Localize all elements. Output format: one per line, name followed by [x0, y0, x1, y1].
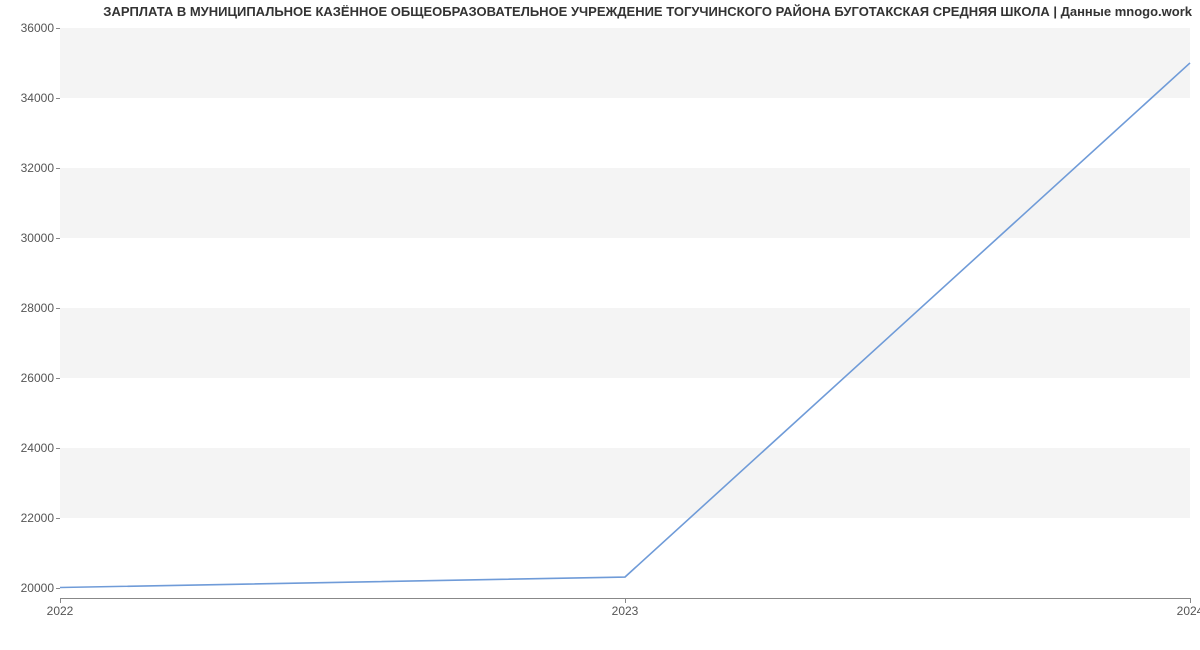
x-tick-mark [60, 598, 61, 603]
y-tick-label: 30000 [4, 231, 54, 245]
y-tick-mark [56, 588, 60, 589]
y-tick-label: 24000 [4, 441, 54, 455]
x-tick-label: 2023 [612, 604, 639, 618]
y-tick-mark [56, 308, 60, 309]
y-tick-label: 20000 [4, 581, 54, 595]
x-tick-mark [625, 598, 626, 603]
y-tick-mark [56, 518, 60, 519]
y-tick-mark [56, 28, 60, 29]
line-series [60, 28, 1190, 598]
chart-title: ЗАРПЛАТА В МУНИЦИПАЛЬНОЕ КАЗЁННОЕ ОБЩЕОБ… [0, 4, 1192, 19]
plot-area [60, 28, 1190, 599]
x-tick-label: 2024 [1177, 604, 1200, 618]
y-tick-mark [56, 168, 60, 169]
y-tick-label: 32000 [4, 161, 54, 175]
x-tick-label: 2022 [47, 604, 74, 618]
y-tick-label: 34000 [4, 91, 54, 105]
x-tick-mark [1190, 598, 1191, 603]
y-tick-mark [56, 448, 60, 449]
y-tick-mark [56, 98, 60, 99]
chart-container: ЗАРПЛАТА В МУНИЦИПАЛЬНОЕ КАЗЁННОЕ ОБЩЕОБ… [0, 0, 1200, 650]
series-path [60, 63, 1190, 588]
y-tick-label: 28000 [4, 301, 54, 315]
y-tick-label: 26000 [4, 371, 54, 385]
y-tick-mark [56, 238, 60, 239]
y-tick-mark [56, 378, 60, 379]
y-tick-label: 36000 [4, 21, 54, 35]
y-tick-label: 22000 [4, 511, 54, 525]
